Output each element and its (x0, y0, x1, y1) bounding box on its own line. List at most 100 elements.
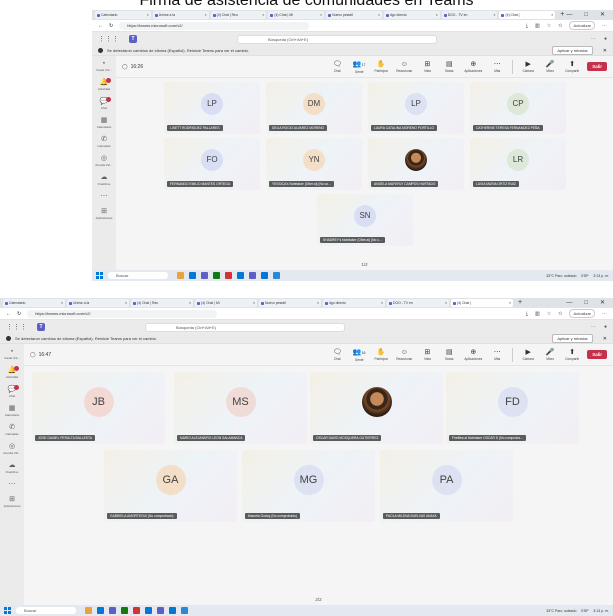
url-field[interactable]: https://teams.microsoft.com/v2/ (119, 21, 310, 30)
close-icon[interactable]: × (317, 299, 319, 307)
rail-item[interactable]: 💬 Chat (0, 385, 24, 398)
maximize-icon[interactable]: □ (584, 10, 588, 20)
rail-item[interactable]: 💬 Chat (92, 97, 116, 110)
meeting-tool-1[interactable]: 👥16 Gente (352, 348, 366, 362)
meeting-tool-4[interactable]: ⊞ Vista (420, 60, 434, 73)
meeting-tool-7[interactable]: ⋯ Más (490, 60, 504, 73)
meeting-tool-3[interactable]: ☺ Reaccionar (396, 60, 412, 73)
browser-tab[interactable]: DGO - TV en × (441, 11, 498, 19)
participant-tile[interactable]: FD Fireflies.ai Notetaker OSCAR D (No com… (446, 372, 579, 444)
taskbar-app-icon[interactable] (181, 607, 188, 614)
search-input[interactable]: Búsqueda (Ctrl+Alt+E) (237, 34, 437, 44)
update-button[interactable]: Actualizar (569, 309, 595, 318)
new-tab-icon[interactable]: + (518, 299, 522, 307)
rail-item[interactable]: ✆ Llamadas (92, 136, 116, 148)
taskbar-app-icon[interactable] (273, 272, 280, 279)
browser-tab[interactable]: (4) Chat | × (499, 11, 556, 19)
taskbar-app-icon[interactable] (177, 272, 184, 279)
participant-tile[interactable]: YN YESSICA's Notetaker (Otter.ai) (No co.… (266, 138, 362, 190)
rail-item[interactable]: ◎ Arenda Virt... (0, 443, 24, 455)
taskbar-app-icon[interactable] (261, 272, 268, 279)
rail-item[interactable]: ▦ Calendario (0, 405, 24, 417)
participant-tile[interactable]: OSCAR DAVID MOSQUERA GUTIERREZ (310, 372, 443, 444)
app-launcher-icon[interactable]: ⋮⋮⋮ (98, 35, 119, 43)
star-icon[interactable]: ☆ (547, 311, 551, 317)
meeting-tool-2[interactable]: ✋ Participar (374, 60, 388, 73)
start-icon[interactable] (4, 607, 11, 614)
apply-restart-button[interactable]: Aplicar y reiniciar (552, 46, 593, 55)
back-icon[interactable]: ← (98, 23, 103, 29)
close-icon[interactable]: × (378, 11, 380, 19)
rail-item[interactable]: ✆ Llamadas (0, 424, 24, 436)
refresh-icon[interactable]: ↻ (109, 23, 113, 29)
close-icon[interactable]: × (189, 299, 191, 307)
rail-item[interactable]: ⋆ Canal Unl... (0, 348, 24, 360)
av-tool-1[interactable]: 🎤 Micro (543, 348, 557, 361)
av-tool-1[interactable]: 🎤 Micro (543, 60, 557, 73)
taskbar-app-icon[interactable] (213, 272, 220, 279)
more-icon[interactable]: ⋯ (591, 324, 596, 330)
participant-tile[interactable]: LP LISETT RODRIGUEZ PALLARES (164, 82, 260, 134)
close-icon[interactable]: × (381, 299, 383, 307)
browser-tab[interactable]: Nuevo pestañ × (259, 299, 321, 307)
meeting-tool-5[interactable]: ▤ Notas (442, 348, 456, 361)
minimize-icon[interactable]: — (566, 298, 572, 308)
rail-item[interactable]: ▦ Calendario (92, 117, 116, 129)
close-icon[interactable]: ✕ (603, 336, 607, 342)
rail-item[interactable]: ⊞ Aplicaciones (92, 208, 116, 220)
av-tool-2[interactable]: ⬆ Compartir (565, 60, 579, 73)
taskbar-app-icon[interactable] (109, 607, 116, 614)
taskbar-app-icon[interactable] (85, 607, 92, 614)
browser-tab[interactable]: dgo directo × (323, 299, 385, 307)
meeting-tool-7[interactable]: ⋯ Más (490, 348, 504, 361)
meeting-tool-0[interactable]: 🗨 Chat (330, 60, 344, 73)
browser-tab[interactable]: (4) Chat | Mi × (268, 11, 325, 19)
rail-item[interactable]: ☁ OneDrive (92, 174, 116, 186)
participant-tile[interactable]: ANGELA MAYERLY CAMPOS HURTADO (368, 138, 464, 190)
download-icon[interactable]: ⤓ (526, 23, 528, 29)
participant-tile[interactable]: DM DELIA ROCIO ALVAREZ MORENO (266, 82, 362, 134)
taskbar-app-icon[interactable] (201, 272, 208, 279)
browser-tab[interactable]: Unirse a la × (152, 11, 209, 19)
meeting-tool-6[interactable]: ⊕ Aplicaciones (464, 60, 482, 73)
close-icon[interactable]: × (551, 11, 553, 19)
taskbar-app-icon[interactable] (145, 607, 152, 614)
rail-item[interactable]: ◎ Arenda Virt... (92, 155, 116, 167)
av-tool-2[interactable]: ⬆ Compartir (565, 348, 579, 361)
participant-tile[interactable]: SN SHADREY's Notetaker (Otter.ai) (No c..… (317, 194, 413, 246)
more-icon[interactable]: ⋯ (591, 36, 596, 42)
browser-tab[interactable]: DGO - TV en × (387, 299, 449, 307)
participant-tile[interactable]: LR LUISA MARIA ORTIZ RUIZ (470, 138, 566, 190)
taskbar-app-icon[interactable] (249, 272, 256, 279)
close-icon[interactable]: × (253, 299, 255, 307)
participant-tile[interactable]: FO FERNANDO EMILIO MANTES ORTEGA (164, 138, 260, 190)
rail-item[interactable]: ⋯ (92, 193, 116, 201)
meeting-tool-2[interactable]: ✋ Participar (374, 348, 388, 361)
close-icon[interactable]: ✕ (603, 48, 607, 54)
close-icon[interactable]: × (61, 299, 63, 307)
close-icon[interactable]: × (125, 299, 127, 307)
apply-restart-button[interactable]: Aplicar y reiniciar (552, 334, 593, 343)
split-icon[interactable]: ▥ (535, 311, 540, 317)
av-tool-0[interactable]: ▶ Cámara (521, 60, 535, 73)
taskbar-app-icon[interactable] (121, 607, 128, 614)
browser-tab[interactable]: (4) Chat | Mi × (195, 299, 257, 307)
close-icon[interactable]: × (436, 11, 438, 19)
favorites-icon[interactable]: ✩ (558, 23, 562, 29)
search-input[interactable]: Búsqueda (Ctrl+Alt+E) (145, 322, 345, 332)
url-field[interactable]: https://teams.microsoft.com/v2/ (27, 309, 218, 318)
meeting-tool-0[interactable]: 🗨 Chat (330, 348, 344, 361)
leave-button[interactable]: Salir (587, 350, 607, 359)
participant-tile[interactable]: PA PAOLA MILENA BUELVAS ANAYA (380, 450, 513, 522)
participant-tile[interactable]: JB JOSE DANIEL PERALTA BALLESTA (32, 372, 165, 444)
leave-button[interactable]: Salir (587, 62, 607, 71)
close-icon[interactable]: × (320, 11, 322, 19)
meeting-tool-6[interactable]: ⊕ Aplicaciones (464, 348, 482, 361)
browser-tab[interactable]: Calendario × (3, 299, 65, 307)
start-icon[interactable] (96, 272, 103, 279)
close-window-icon[interactable]: ✕ (600, 10, 605, 20)
split-icon[interactable]: ▥ (535, 23, 540, 29)
meeting-tool-3[interactable]: ☺ Reaccionar (396, 348, 412, 361)
profile-avatar[interactable]: ● (604, 324, 607, 330)
rail-item[interactable]: 🔔 Actividad (92, 78, 116, 91)
